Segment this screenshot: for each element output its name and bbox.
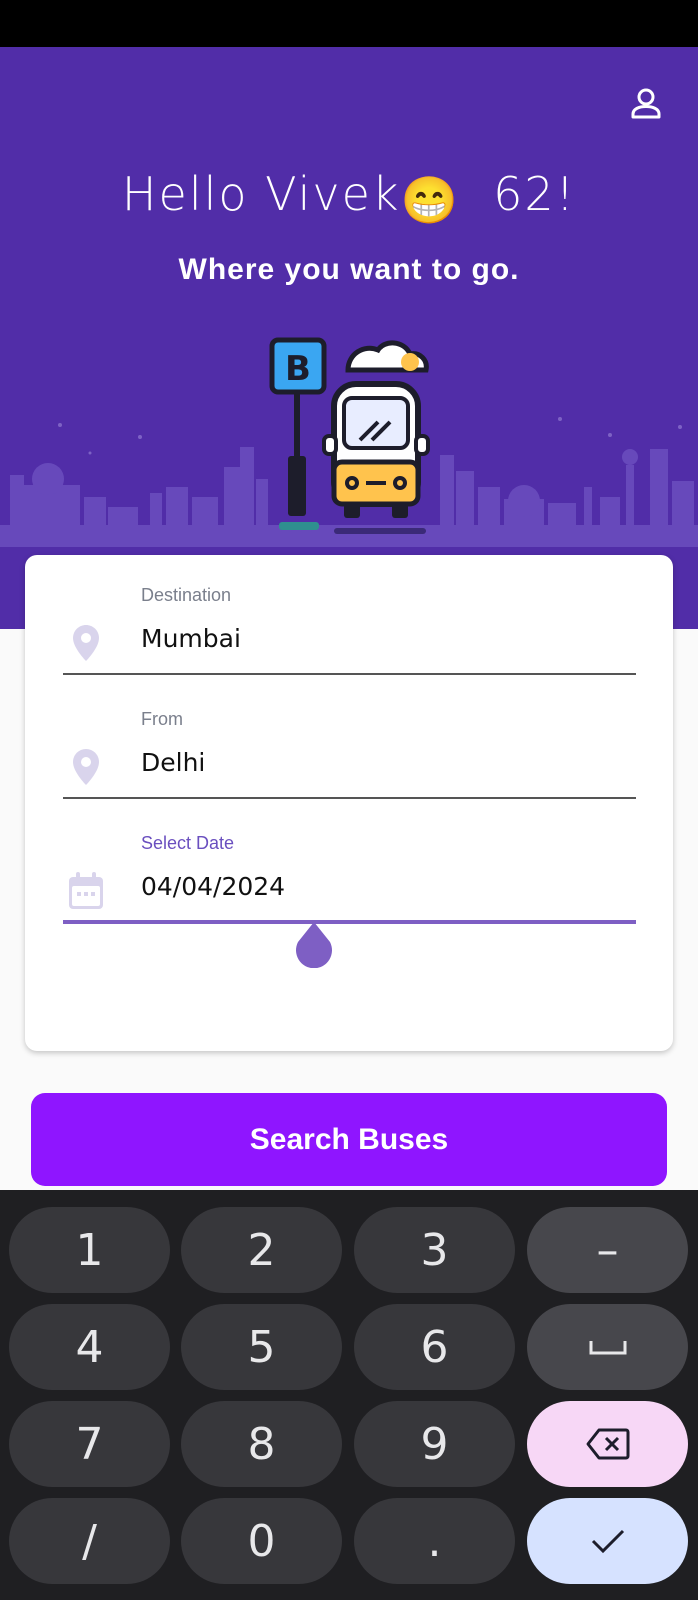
space-icon	[589, 1341, 626, 1355]
profile-button[interactable]	[626, 83, 666, 123]
key-6[interactable]: 6	[354, 1304, 515, 1390]
key-2[interactable]: 2	[181, 1207, 342, 1293]
search-buses-button[interactable]: Search Buses	[31, 1093, 667, 1186]
date-input[interactable]: 04/04/2024	[141, 872, 285, 901]
checkmark-icon	[591, 1529, 624, 1554]
destination-field[interactable]: Destination Mumbai	[63, 561, 636, 681]
backspace-icon	[586, 1428, 629, 1460]
destination-label: Destination	[141, 585, 232, 605]
key-minus[interactable]: –	[527, 1207, 688, 1293]
key-slash[interactable]: /	[9, 1498, 170, 1584]
text-cursor-handle[interactable]	[294, 922, 334, 968]
key-5[interactable]: 5	[181, 1304, 342, 1390]
from-underline	[63, 797, 636, 799]
from-field[interactable]: From Delhi	[63, 685, 636, 805]
location-pin-icon	[67, 623, 105, 663]
destination-underline	[63, 673, 636, 675]
key-4[interactable]: 4	[9, 1304, 170, 1390]
search-form-card: Destination Mumbai From Delhi Select Dat…	[25, 555, 673, 1051]
key-1[interactable]: 1	[9, 1207, 170, 1293]
tagline: Where you want to go.	[178, 253, 520, 286]
date-label: Select Date	[141, 833, 235, 853]
key-3[interactable]: 3	[354, 1207, 515, 1293]
location-pin-icon	[67, 747, 105, 787]
key-backspace[interactable]	[527, 1401, 688, 1487]
numeric-keyboard: 1 2 3 – 4 5 6 7 8 9 / 0 .	[0, 1190, 698, 1600]
key-9[interactable]: 9	[354, 1401, 515, 1487]
calendar-icon	[67, 871, 105, 911]
key-done[interactable]	[527, 1498, 688, 1584]
greeting: Hello Vivek😁 62!	[0, 167, 698, 228]
greeting-number: 62!	[493, 167, 577, 221]
date-underline	[63, 920, 636, 924]
key-0[interactable]: 0	[181, 1498, 342, 1584]
bus-stop-sign-letter: B	[285, 349, 311, 389]
destination-input[interactable]: Mumbai	[141, 624, 241, 653]
date-field[interactable]: Select Date 04/04/2024	[63, 809, 636, 968]
greeting-name: Hello Vivek	[121, 167, 401, 221]
key-period[interactable]: .	[354, 1498, 515, 1584]
header: Hello Vivek😁 62! Where you want to go. B	[0, 47, 698, 629]
grin-emoji: 😁	[400, 173, 460, 227]
key-space[interactable]	[527, 1304, 688, 1390]
key-8[interactable]: 8	[181, 1401, 342, 1487]
from-input[interactable]: Delhi	[141, 748, 205, 777]
person-icon	[631, 88, 661, 119]
key-7[interactable]: 7	[9, 1401, 170, 1487]
bus-stop-illustration: B	[269, 337, 430, 534]
from-label: From	[141, 709, 183, 729]
status-bar	[0, 0, 698, 47]
